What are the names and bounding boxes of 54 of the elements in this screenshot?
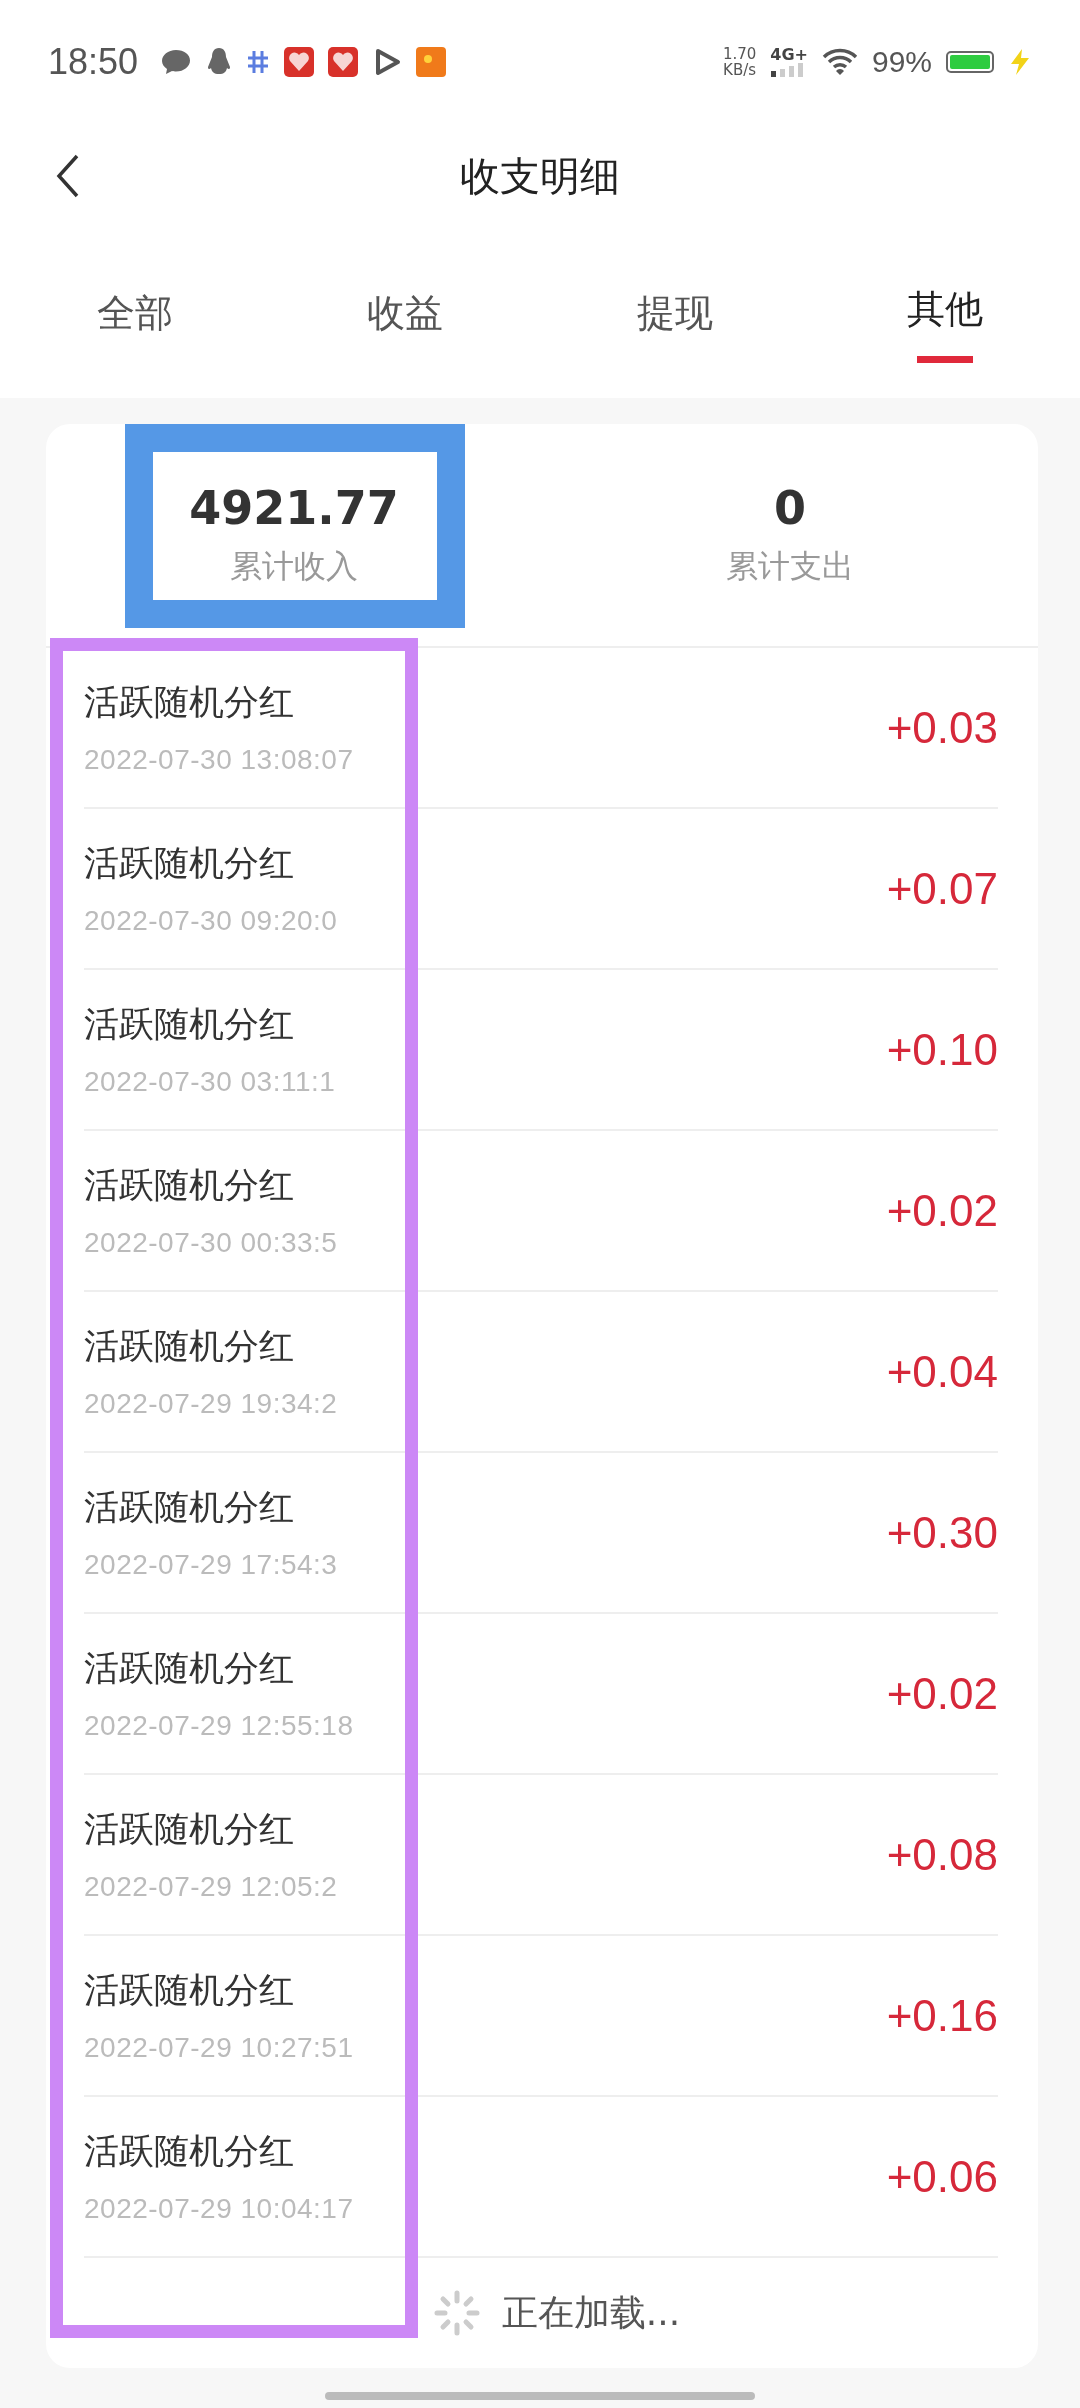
summary-value: 4921.77 — [189, 481, 399, 535]
tab[interactable]: 收益 — [270, 228, 540, 398]
record-amount: +0.03 — [886, 702, 998, 753]
network-speed: 1.70 KB/s — [722, 46, 757, 78]
heart-app-icon — [328, 47, 359, 77]
tab[interactable]: 全部 — [0, 228, 270, 398]
record-amount: +0.06 — [886, 2151, 998, 2202]
record-title: 活跃随机分红 — [84, 1003, 295, 1046]
record-time: 2022-07-30 09:20:0 — [84, 905, 338, 937]
record-title: 活跃随机分红 — [84, 1486, 295, 1529]
record-time: 2022-07-29 12:55:18 — [84, 1710, 354, 1742]
record-amount: +0.08 — [886, 1829, 998, 1880]
page-title: 收支明细 — [460, 151, 620, 201]
lightning-icon — [1008, 48, 1032, 76]
record-title: 活跃随机分红 — [84, 842, 295, 885]
record-amount: +0.30 — [886, 1507, 998, 1558]
record-title: 活跃随机分红 — [84, 1325, 295, 1368]
loading-text: 正在加载... — [501, 2290, 681, 2335]
record-time: 2022-07-29 12:05:2 — [84, 1871, 338, 1903]
record-time: 2022-07-29 10:27:51 — [84, 2032, 354, 2064]
status-time: 18:50 — [48, 41, 139, 83]
summary-value: 0 — [774, 481, 806, 535]
record-time: 2022-07-29 19:34:2 — [84, 1388, 338, 1420]
wifi-icon — [821, 48, 858, 76]
record-amount: +0.02 — [886, 1185, 998, 1236]
summary-label: 累计支出 — [726, 546, 854, 587]
record-amount: +0.02 — [886, 1668, 998, 1719]
record-time: 2022-07-30 13:08:07 — [84, 744, 354, 776]
record-title: 活跃随机分红 — [84, 2130, 295, 2173]
record-amount: +0.16 — [886, 1990, 998, 2041]
summary-label: 累计收入 — [230, 546, 358, 587]
record-time: 2022-07-29 17:54:3 — [84, 1549, 338, 1581]
hash-icon — [246, 49, 271, 75]
app-icon — [416, 47, 447, 77]
record-title: 活跃随机分红 — [84, 1164, 295, 1207]
record-title: 活跃随机分红 — [84, 1808, 295, 1851]
record-amount: +0.10 — [886, 1024, 998, 1075]
spinner-icon — [433, 2290, 480, 2336]
record-time: 2022-07-30 03:11:1 — [84, 1066, 336, 1098]
record-title: 活跃随机分红 — [84, 1969, 295, 2012]
record-title: 活跃随机分红 — [84, 1647, 295, 1690]
chat-icon — [160, 48, 193, 76]
record-amount: +0.04 — [886, 1346, 998, 1397]
record-time: 2022-07-29 10:04:17 — [84, 2193, 354, 2225]
record-amount: +0.07 — [886, 863, 998, 914]
network-type: 4G+ — [770, 47, 808, 77]
penguin-icon — [206, 47, 233, 77]
battery-icon — [946, 51, 994, 73]
record-title: 活跃随机分红 — [84, 681, 295, 724]
heart-app-icon — [284, 47, 315, 77]
back-icon[interactable] — [56, 154, 80, 198]
record-time: 2022-07-30 00:33:5 — [84, 1227, 338, 1259]
tab[interactable]: 提现 — [540, 228, 810, 398]
battery-percent: 99% — [871, 45, 932, 79]
